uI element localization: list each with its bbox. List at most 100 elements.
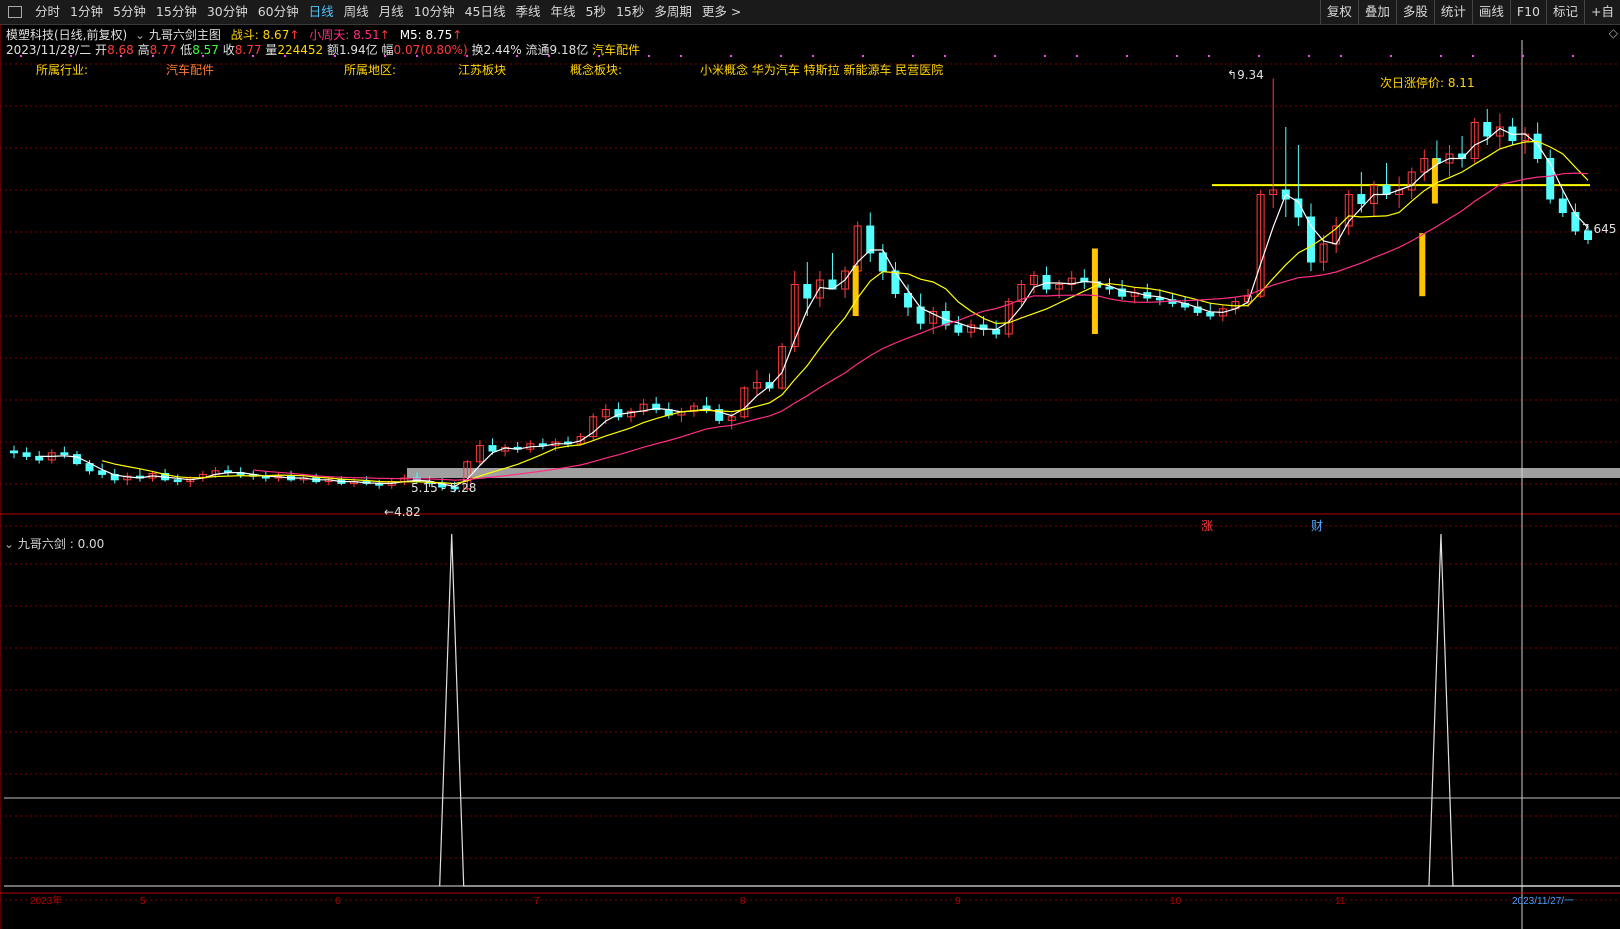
chevron-down-icon[interactable]: ⌄ (4, 537, 14, 551)
window-icon[interactable] (8, 6, 22, 18)
zhang-flag[interactable]: 涨 (1201, 517, 1213, 534)
tab-0[interactable]: 分时 (30, 0, 65, 24)
candle-body (173, 479, 182, 483)
tab-3[interactable]: 15分钟 (151, 0, 202, 24)
signal-bar (1091, 248, 1098, 334)
candle-body (1558, 198, 1567, 213)
signal-dot (1390, 55, 1392, 57)
sub-indicator-value: : 0.00 (69, 537, 105, 551)
signal-dot (1044, 55, 1046, 57)
signal-dot (1440, 55, 1442, 57)
tab-4[interactable]: 30分钟 (202, 0, 253, 24)
candle-body (1155, 297, 1164, 301)
signal-dot (1572, 55, 1574, 57)
x-axis-tick-2: 6 (335, 896, 341, 907)
tool-tab-6[interactable]: 标记 (1546, 0, 1584, 24)
signal-dot (516, 55, 518, 57)
tab-11[interactable]: 季线 (511, 0, 546, 24)
signal-dot (1472, 55, 1474, 57)
x-axis-tick-3: 7 (534, 896, 540, 907)
signal-dot (944, 55, 946, 57)
signal-dot (1176, 55, 1178, 57)
tab-6[interactable]: 日线 (304, 0, 339, 24)
signal-bar (1419, 233, 1426, 297)
high-marker: ↰9.34 (1227, 68, 1264, 82)
candle-body (60, 452, 69, 456)
signal-dot (202, 55, 204, 57)
sub-indicator-title[interactable]: 九哥六剑 (18, 537, 66, 551)
sub-indicator-header: ⌄ 九哥六剑 : 0.00 (4, 535, 104, 552)
signal-dot (994, 55, 996, 57)
signal-dot (1258, 55, 1260, 57)
signal-dot (252, 55, 254, 57)
tool-tab-7[interactable]: +自 (1584, 0, 1620, 24)
tab-8[interactable]: 月线 (374, 0, 409, 24)
tab-2[interactable]: 5分钟 (108, 0, 151, 24)
signal-dot (862, 55, 864, 57)
signal-dot (120, 55, 122, 57)
candle-body (904, 293, 913, 308)
signal-dot (912, 55, 914, 57)
signal-dot (1340, 55, 1342, 57)
signal-dot (1208, 55, 1210, 57)
support-band (407, 468, 1620, 478)
candle-body (98, 470, 107, 475)
tab-10[interactable]: 45日线 (460, 0, 511, 24)
signal-dot (548, 55, 550, 57)
candle-body (866, 225, 875, 254)
tool-tab-0[interactable]: 复权 (1319, 0, 1358, 24)
tab-13[interactable]: 5秒 (581, 0, 611, 24)
period-toolbar: 分时 1分钟 5分钟 15分钟 30分钟 60分钟 日线 周线 月线 10分钟 45日线 季线 年线 5秒… (0, 0, 1620, 25)
candle-body (1306, 216, 1315, 263)
tool-tab-3[interactable]: 统计 (1433, 0, 1472, 24)
tab-14[interactable]: 15秒 (611, 0, 649, 24)
signal-dot (1522, 55, 1524, 57)
x-axis-tick-4: 8 (740, 896, 746, 907)
sub-spike (1428, 533, 1620, 887)
tab-1[interactable]: 1分钟 (65, 0, 108, 24)
next-limit-label: 次日涨停价: 8.11 (1380, 76, 1475, 90)
signal-dot (1126, 55, 1128, 57)
candle-body (22, 452, 31, 457)
tab-12[interactable]: 年线 (546, 0, 581, 24)
signal-dot (466, 55, 468, 57)
low-marker-label: 4.82 (394, 505, 421, 519)
candle-body (954, 324, 963, 333)
x-axis-tick-8: 2023/11/27/一 (1512, 896, 1574, 907)
candle-body (803, 284, 812, 299)
tool-tab-2[interactable]: 多股 (1395, 0, 1434, 24)
signal-dot (334, 55, 336, 57)
candle-body (1533, 133, 1542, 159)
signal-dot (1076, 55, 1078, 57)
tab-5[interactable]: 60分钟 (253, 0, 304, 24)
signal-dot (730, 55, 732, 57)
signal-dot (1308, 55, 1310, 57)
range-marker: 5.15 - 5.28 (411, 481, 477, 495)
x-axis-tick-1: 5 (140, 896, 146, 907)
period-tabs: 分时 1分钟 5分钟 15分钟 30分钟 60分钟 日线 周线 月线 10分钟 45日线 季线 年线 5秒… (0, 0, 746, 24)
signal-dot (648, 55, 650, 57)
tab-7[interactable]: 周线 (339, 0, 374, 24)
ma-yellow-line (101, 140, 1589, 485)
ma-white-line (39, 127, 1589, 488)
tool-tab-5[interactable]: F10 (1509, 0, 1546, 24)
last-price-marker: 7.645 (1582, 222, 1617, 236)
x-axis-tick-7: 11 (1335, 896, 1346, 907)
cai-flag[interactable]: 财 (1311, 517, 1323, 534)
tab-9[interactable]: 10分钟 (409, 0, 460, 24)
signal-dot (598, 55, 600, 57)
candle-body (1357, 194, 1366, 204)
candle-body (878, 252, 887, 272)
kline-chart[interactable]: 2023年 5 6 7 8 9 10 11 2023/11/27/一 (0, 24, 1620, 929)
candle-body (1483, 122, 1492, 137)
candle-body (488, 445, 497, 452)
diamond-icon[interactable]: ◇ (1609, 26, 1618, 40)
active-tab-label: 日线 (308, 4, 334, 19)
tab-15[interactable]: 多周期 (649, 0, 697, 24)
signal-dot (416, 55, 418, 57)
tool-tab-4[interactable]: 画线 (1471, 0, 1510, 24)
candle-body (1042, 275, 1051, 290)
tab-16[interactable]: 更多 > (697, 0, 746, 24)
tool-tab-1[interactable]: 叠加 (1357, 0, 1396, 24)
high-marker-label: 9.34 (1237, 68, 1264, 82)
